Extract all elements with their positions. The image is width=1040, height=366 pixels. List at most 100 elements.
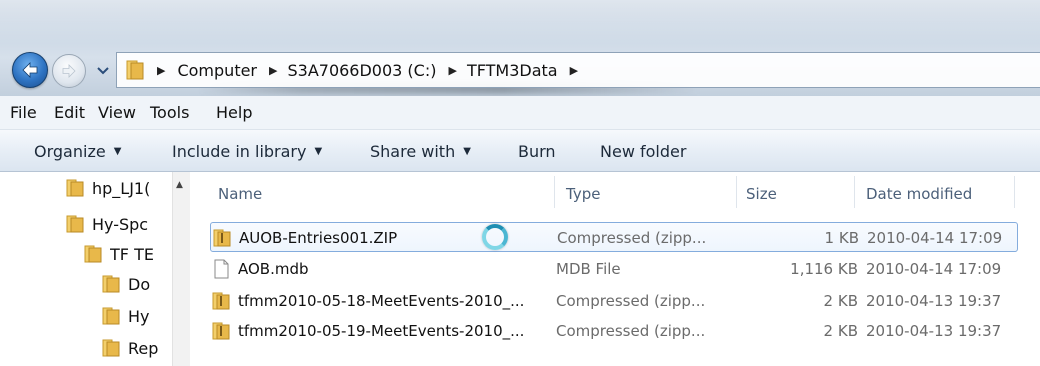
breadcrumb-computer[interactable]: Computer ▶: [177, 61, 287, 80]
zip-folder-icon: [212, 292, 230, 310]
file-type: Compressed (zipp...: [556, 322, 706, 340]
menu-view[interactable]: View: [98, 103, 150, 122]
file-name: AUOB-Entries001.ZIP: [239, 229, 398, 247]
tree-item-do[interactable]: Do: [102, 274, 172, 294]
glass-highlight: [0, 0, 1040, 44]
column-divider[interactable]: [736, 176, 737, 208]
new-folder-button[interactable]: New folder: [600, 130, 686, 172]
breadcrumb-separator-icon[interactable]: ▶: [157, 64, 165, 77]
column-header-name[interactable]: Name: [218, 180, 262, 208]
folder-icon: [102, 307, 120, 325]
address-bar[interactable]: ▶ Computer ▶ S3A7066D003 (C:) ▶ TFTM3Dat…: [116, 52, 1040, 88]
chevron-down-icon: [97, 67, 109, 75]
breadcrumb-separator-icon[interactable]: ▶: [269, 64, 277, 77]
column-divider[interactable]: [1014, 176, 1015, 208]
organize-label: Organize: [34, 141, 106, 161]
file-name: tfmm2010-05-18-MeetEvents-2010_...: [238, 292, 525, 310]
file-icon: [214, 259, 229, 279]
tree-item-rep[interactable]: Rep: [102, 338, 172, 358]
menu-file[interactable]: File: [10, 103, 54, 122]
tree-item-label: Hy-Spc: [92, 214, 149, 234]
file-type: Compressed (zipp...: [556, 292, 706, 310]
breadcrumb-label: S3A7066D003 (C:): [287, 60, 437, 80]
tree-item-label: hp_LJ1(: [92, 178, 151, 198]
new-folder-label: New folder: [600, 141, 687, 161]
file-size: 2 KB: [823, 322, 858, 340]
organize-button[interactable]: Organize ▼: [34, 130, 121, 172]
file-date-modified: 2010-04-14 17:09: [867, 229, 1003, 247]
tree-item-label: TF TE: [110, 244, 154, 264]
forward-button[interactable]: [52, 54, 86, 88]
breadcrumb-separator-icon[interactable]: ▶: [448, 64, 456, 77]
file-list: Name Type Size Date modified AUOB-Entrie…: [190, 172, 1040, 366]
column-header-label: Type: [566, 185, 601, 203]
folder-icon: [66, 179, 84, 197]
breadcrumb-label: TFTM3Data: [466, 60, 558, 80]
breadcrumb-drive[interactable]: S3A7066D003 (C:) ▶: [287, 61, 466, 80]
busy-cursor-icon: [482, 224, 508, 250]
file-name-cell: AOB.mdb: [210, 254, 309, 284]
dropdown-arrow-icon: ▼: [314, 145, 323, 157]
tree-item-label: Hy: [128, 306, 150, 326]
navigation-scrollbar[interactable]: ▲: [172, 172, 190, 366]
burn-button[interactable]: Burn: [518, 130, 556, 172]
share-with-label: Share with: [370, 141, 456, 161]
tree-item-label: Do: [128, 274, 151, 294]
tree-item-hp-lj[interactable]: hp_LJ1(: [66, 178, 172, 198]
menu-bar: File Edit View Tools Help: [0, 96, 1040, 130]
zip-folder-icon: [212, 322, 230, 340]
file-size: 2 KB: [823, 292, 858, 310]
file-row-tfmm-0518[interactable]: tfmm2010-05-18-MeetEvents-2010_... Compr…: [210, 286, 1018, 316]
dropdown-arrow-icon: ▼: [463, 145, 471, 157]
folder-icon: [84, 245, 102, 263]
file-name-cell: AUOB-Entries001.ZIP: [211, 223, 397, 253]
file-size: 1 KB: [824, 229, 859, 247]
column-header-size[interactable]: Size: [746, 180, 777, 208]
navigation-pane: hp_LJ1( Hy-Spc TF TE Do Hy Rep: [0, 172, 190, 366]
file-date-modified: 2010-04-13 19:37: [866, 322, 1002, 340]
file-type: Compressed (zipp...: [557, 229, 707, 247]
file-size: 1,116 KB: [790, 260, 858, 278]
file-row-tfmm-0519[interactable]: tfmm2010-05-19-MeetEvents-2010_... Compr…: [210, 316, 1018, 346]
folder-icon: [126, 60, 144, 80]
tree-item-label: Rep: [128, 338, 159, 358]
tree-item-tf-te[interactable]: TF TE: [84, 244, 172, 264]
tree-item-hy-spc[interactable]: Hy-Spc: [66, 214, 172, 234]
share-with-button[interactable]: Share with ▼: [370, 130, 471, 172]
file-row-aob-mdb[interactable]: AOB.mdb MDB File 1,116 KB 2010-04-14 17:…: [210, 254, 1018, 284]
menu-tools[interactable]: Tools: [150, 103, 216, 122]
column-divider[interactable]: [854, 176, 855, 208]
back-button[interactable]: [12, 52, 48, 88]
folder-icon: [102, 275, 120, 293]
column-header-date-modified[interactable]: Date modified: [866, 180, 972, 208]
file-name-cell: tfmm2010-05-18-MeetEvents-2010_...: [210, 286, 524, 316]
breadcrumb-tftm3data[interactable]: TFTM3Data ▶: [467, 61, 588, 80]
folder-icon: [66, 215, 84, 233]
column-header-label: Size: [746, 185, 777, 203]
column-header-label: Name: [218, 185, 263, 203]
file-type: MDB File: [556, 260, 621, 278]
folder-icon: [102, 339, 120, 357]
column-header-label: Date modified: [866, 185, 973, 203]
menu-help[interactable]: Help: [216, 103, 266, 122]
file-name: AOB.mdb: [238, 260, 309, 278]
back-arrow-icon: [22, 62, 38, 78]
file-name: tfmm2010-05-19-MeetEvents-2010_...: [238, 322, 525, 340]
burn-label: Burn: [518, 141, 556, 161]
file-date-modified: 2010-04-14 17:09: [866, 260, 1002, 278]
file-row-auob-entries[interactable]: AUOB-Entries001.ZIP Compressed (zipp... …: [210, 222, 1018, 252]
scroll-up-icon[interactable]: ▲: [176, 180, 183, 190]
breadcrumb-label: Computer: [177, 60, 258, 80]
menu-edit[interactable]: Edit: [54, 103, 98, 122]
include-in-library-button[interactable]: Include in library ▼: [172, 130, 322, 172]
file-name-cell: tfmm2010-05-19-MeetEvents-2010_...: [210, 316, 524, 346]
forward-arrow-icon: [62, 64, 76, 78]
column-divider[interactable]: [554, 176, 555, 208]
file-date-modified: 2010-04-13 19:37: [866, 292, 1002, 310]
tree-item-hy[interactable]: Hy: [102, 306, 172, 326]
recent-pages-button[interactable]: [92, 60, 114, 82]
column-header-type[interactable]: Type: [566, 180, 600, 208]
zip-folder-icon: [213, 229, 231, 247]
breadcrumb-separator-icon[interactable]: ▶: [570, 64, 578, 77]
include-in-library-label: Include in library: [172, 141, 307, 161]
